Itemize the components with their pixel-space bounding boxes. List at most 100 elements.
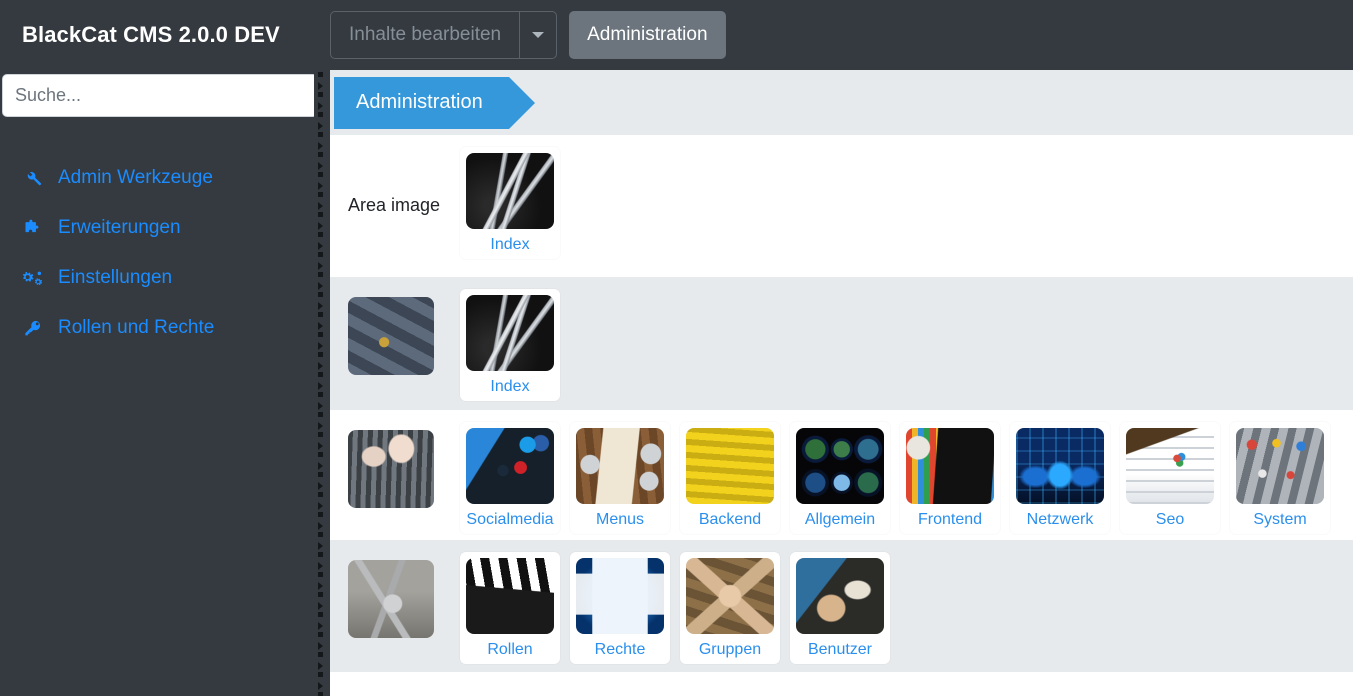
tab-label: Administration (356, 91, 483, 113)
card-group: Rollen Rechte Gruppen Benutzer (460, 552, 890, 664)
resize-handle-notch (318, 532, 323, 537)
content-row: Rollen Rechte Gruppen Benutzer (330, 540, 1353, 672)
resize-handle-notch (318, 542, 323, 550)
resize-handle-notch (318, 662, 323, 670)
resize-handle-notch (318, 382, 323, 390)
tile-label: Netzwerk (1026, 511, 1094, 528)
chevron-down-icon (532, 32, 545, 38)
resize-handle-notch (318, 682, 323, 690)
tile-index[interactable]: Index (460, 147, 560, 259)
tile-netzwerk[interactable]: Netzwerk (1010, 422, 1110, 534)
lead-thumb-mixer-hands[interactable] (348, 430, 434, 508)
tile-label: Rollen (487, 641, 533, 658)
mixer-board-photo-icon (1236, 428, 1324, 504)
tab-administration[interactable]: Administration (334, 76, 535, 129)
resize-handle-notch (318, 292, 323, 297)
sidebar-item-rollen-und-rechte[interactable]: Rollen und Rechte (0, 303, 330, 353)
sidebar-resize-handle[interactable] (314, 70, 330, 696)
resize-handle-notch (318, 512, 323, 517)
tile-index[interactable]: Index (460, 289, 560, 401)
tile-menus[interactable]: Menus (570, 422, 670, 534)
resize-handle-notch (318, 582, 323, 590)
resize-handle-notch (318, 472, 323, 477)
resize-handle-notch (318, 452, 323, 457)
id-card-photo-icon (796, 558, 884, 634)
resize-handle-notch (318, 242, 323, 250)
tile-rollen[interactable]: Rollen (460, 552, 560, 664)
tile-seo[interactable]: Seo (1120, 422, 1220, 534)
tile-label: Frontend (917, 511, 983, 528)
card-group: Socialmedia Menus Backend Allgemein Fron… (460, 422, 1330, 534)
resize-handle-notch (318, 192, 323, 197)
resize-handle-notch (318, 112, 323, 117)
resize-handle-notch (318, 352, 323, 357)
resize-handle-notch (318, 102, 323, 110)
app-window: BlackCat CMS 2.0.0 DEV Inhalte bearbeite… (0, 0, 1353, 696)
resize-handle-notch (318, 132, 323, 137)
tile-label: Allgemein (804, 511, 876, 528)
resize-handle-notch (318, 442, 323, 450)
resize-handle-notch (318, 342, 323, 350)
area-image-label: Area image (348, 195, 441, 215)
card-group: Index (460, 289, 560, 401)
tile-label: Socialmedia (466, 511, 554, 528)
resize-handle-notch (318, 162, 323, 170)
resize-handle-notch (318, 622, 323, 630)
resize-handle-notch (318, 182, 323, 190)
resize-handle-notch (318, 482, 323, 490)
resize-handle-notch (318, 592, 323, 597)
resize-handle-notch (318, 362, 323, 370)
tile-label: Menus (595, 511, 645, 528)
resize-handle-notch (318, 372, 323, 377)
tile-system[interactable]: System (1230, 422, 1330, 534)
search-input[interactable] (2, 74, 318, 117)
resize-handle-notch (318, 312, 323, 317)
table-setting-photo-icon (576, 428, 664, 504)
resize-handle-notch (318, 412, 323, 417)
edit-content-dropdown-label[interactable]: Inhalte bearbeiten (330, 11, 520, 59)
edit-content-split-button[interactable]: Inhalte bearbeiten (330, 11, 558, 59)
resize-handle-notch (318, 392, 323, 397)
resize-handle-notch (318, 492, 323, 497)
resize-handle-notch (318, 432, 323, 437)
clapperboard-photo-icon (466, 558, 554, 634)
tile-frontend[interactable]: Frontend (900, 422, 1000, 534)
administration-nav-button[interactable]: Administration (569, 11, 726, 59)
resize-handle-notch (318, 72, 323, 77)
edit-content-dropdown-toggle[interactable] (519, 11, 558, 59)
resize-handle-notch (318, 282, 323, 290)
sidebar-item-label: Rollen und Rechte (58, 317, 215, 338)
tile-rechte[interactable]: Rechte (570, 552, 670, 664)
lead-thumb-stone-keys[interactable] (348, 297, 434, 375)
sidebar-item-erweiterungen[interactable]: Erweiterungen (0, 203, 330, 253)
resize-handle-notch (318, 572, 323, 577)
tile-label: Index (490, 378, 530, 395)
tile-label: Gruppen (698, 641, 762, 658)
tile-benutzer[interactable]: Benutzer (790, 552, 890, 664)
resize-handle-notch (318, 212, 323, 217)
globes-photo-icon (796, 428, 884, 504)
tile-backend[interactable]: Backend (680, 422, 780, 534)
wrench-icon (20, 167, 46, 189)
content-row: Socialmedia Menus Backend Allgemein Fron… (330, 410, 1353, 540)
resize-handle-notch (318, 502, 323, 510)
sidebar-item-einstellungen[interactable]: Einstellungen (0, 253, 330, 303)
resize-handle-notch (318, 92, 323, 97)
resize-handle-notch (318, 322, 323, 330)
tile-label: Benutzer (807, 641, 873, 658)
resize-handle-notch (318, 522, 323, 530)
resize-handle-notch (318, 272, 323, 277)
wrenches-photo-icon (466, 153, 554, 229)
lead-thumb-keyring[interactable] (348, 560, 434, 638)
social-apps-photo-icon (466, 428, 554, 504)
resize-handle-notch (318, 652, 323, 657)
resize-handle-notch (318, 262, 323, 270)
tile-gruppen[interactable]: Gruppen (680, 552, 780, 664)
resize-handle-notch (318, 172, 323, 177)
sidebar-item-admin-werkzeuge[interactable]: Admin Werkzeuge (0, 153, 330, 203)
tile-label: System (1253, 511, 1307, 528)
tile-allgemein[interactable]: Allgemein (790, 422, 890, 534)
main-content: Administration Area image Index Index So… (330, 70, 1353, 696)
tile-socialmedia[interactable]: Socialmedia (460, 422, 560, 534)
content-row: Area image Index (330, 135, 1353, 277)
